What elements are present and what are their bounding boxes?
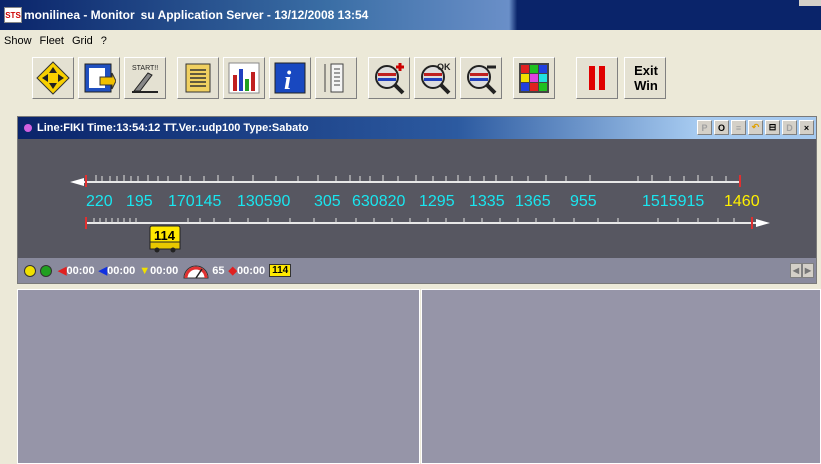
- status-dot-icon: [24, 124, 32, 132]
- status-time: 00:00: [66, 264, 95, 277]
- status-time: 00:00: [107, 264, 136, 277]
- d-button[interactable]: D: [782, 120, 797, 135]
- p-button[interactable]: P: [697, 120, 712, 135]
- document-export-icon: [84, 63, 116, 93]
- upper-stop-ticks: [95, 175, 727, 181]
- status-item-back-blue: ◀ 00:00: [98, 264, 136, 278]
- exit-win-button[interactable]: Exit Win: [624, 57, 666, 99]
- panel-scroll: ◀ ▶: [790, 263, 814, 278]
- menu-bar: Show Fleet Grid ?: [0, 30, 821, 52]
- app-logo-icon: STS: [4, 7, 22, 23]
- info-button[interactable]: i: [269, 57, 311, 99]
- stop-label: 1515915: [642, 193, 704, 210]
- stop-label: 955: [570, 193, 597, 210]
- bar-chart-icon: [228, 62, 260, 94]
- pause-icon: [589, 66, 605, 90]
- start-button[interactable]: START!!: [124, 57, 166, 99]
- o-button[interactable]: O: [714, 120, 729, 135]
- pause-button[interactable]: [576, 57, 618, 99]
- menu-help[interactable]: ?: [101, 35, 107, 47]
- exit-label-line1: Exit: [634, 63, 658, 78]
- status-speed: 65: [212, 264, 225, 277]
- zoom-in-icon: [375, 63, 405, 95]
- toolbar: START!! i OK Exit Win: [0, 52, 821, 110]
- zoom-out-button[interactable]: [460, 57, 502, 99]
- navigate-icon: [36, 61, 70, 95]
- zoom-ok-button[interactable]: OK: [414, 57, 456, 99]
- line-diagram: 220 195 170145 130590 305 630820 1295 13…: [70, 175, 770, 253]
- yellow-status-icon: [24, 264, 36, 277]
- close-icon[interactable]: ×: [799, 120, 814, 135]
- status-item-back-red: ◀ 00:00: [58, 264, 95, 278]
- stop-label: 170145: [168, 193, 221, 210]
- blue-left-arrow-icon: ◀: [98, 265, 108, 277]
- speedometer-icon: [183, 265, 209, 278]
- left-empty-pane: [17, 289, 420, 464]
- menu-show[interactable]: Show: [4, 35, 32, 47]
- red-double-arrow-icon: ◆: [228, 265, 237, 277]
- window-title-bar: STS monilinea - Monitor su Application S…: [0, 0, 821, 30]
- stop-label: 130590: [237, 193, 290, 210]
- window-title-server: su Application Server - 13/12/2008 13:54: [140, 8, 369, 22]
- timetable-icon: [324, 63, 344, 93]
- upper-track-arrow-icon: [70, 178, 84, 186]
- stop-label: 1335: [469, 193, 505, 210]
- export-button[interactable]: [78, 57, 120, 99]
- statistics-button[interactable]: [223, 57, 265, 99]
- line-monitor-title-bar: Line:FIKI Time:13:54:12 TT.Ver.:udp100 T…: [18, 117, 816, 139]
- grid-color-button[interactable]: [513, 57, 555, 99]
- window-controls: P O ≡ ↶ ⊟ D ×: [697, 120, 814, 135]
- status-time: 00:00: [150, 264, 179, 277]
- exit-label-line2: Win: [634, 78, 658, 93]
- stop-label: 220: [86, 193, 113, 210]
- svg-text:OK: OK: [437, 62, 451, 72]
- right-empty-pane: [421, 289, 821, 464]
- status-time: 00:00: [236, 264, 266, 277]
- document-icon[interactable]: ≡: [731, 120, 746, 135]
- menu-fleet[interactable]: Fleet: [40, 35, 64, 47]
- zoom-out-icon: [467, 65, 497, 95]
- stop-label: 630820: [352, 193, 405, 210]
- status-vehicle-badge[interactable]: 114: [269, 264, 292, 277]
- svg-text:i: i: [284, 66, 292, 95]
- menu-grid[interactable]: Grid: [72, 35, 93, 47]
- info-icon: i: [274, 62, 306, 95]
- schedule-button[interactable]: [177, 57, 219, 99]
- svg-text:START!!: START!!: [132, 65, 158, 72]
- stop-label: 305: [314, 193, 341, 210]
- line-monitor-title: Line:FIKI Time:13:54:12 TT.Ver.:udp100 T…: [37, 122, 309, 134]
- window-title-app: monilinea - Monitor: [24, 8, 135, 22]
- red-left-arrow-icon: ◀: [58, 265, 67, 277]
- stop-label: 1365: [515, 193, 551, 210]
- lower-track-arrow-icon: [756, 219, 770, 227]
- pin-icon[interactable]: ⊟: [765, 120, 780, 135]
- stop-label-terminus: 1460: [724, 193, 760, 210]
- line-monitor-window: Line:FIKI Time:13:54:12 TT.Ver.:udp100 T…: [17, 116, 817, 284]
- stop-labels: 220 195 170145 130590 305 630820 1295 13…: [86, 193, 760, 210]
- status-item-down: ▼ 00:00: [139, 265, 178, 277]
- vehicle-badge[interactable]: 114: [149, 225, 181, 253]
- stop-label: 195: [126, 193, 153, 210]
- green-status-icon: [40, 264, 52, 277]
- navigate-button[interactable]: [32, 57, 74, 99]
- yellow-down-arrow-icon: ▼: [139, 264, 151, 277]
- status-item-speed: 65: [182, 263, 225, 279]
- window-corner-button[interactable]: [799, 0, 821, 6]
- start-icon: START!!: [132, 65, 158, 93]
- line-status-bar: ◀ 00:00 ◀ 00:00 ▼ 00:00 65 ◆ 00:00 114 ◀…: [18, 258, 816, 283]
- scroll-left-icon[interactable]: ◀: [790, 263, 802, 278]
- status-item-both: ◆ 00:00: [228, 264, 266, 278]
- scroll-right-icon[interactable]: ▶: [802, 263, 814, 278]
- timetable-button[interactable]: [315, 57, 357, 99]
- vehicle-badge-label: 114: [154, 228, 176, 243]
- stop-label: 1295: [419, 193, 455, 210]
- zoom-in-button[interactable]: [368, 57, 410, 99]
- zoom-ok-icon: OK: [421, 62, 451, 95]
- line-diagram-panel: 220 195 170145 130590 305 630820 1295 13…: [18, 139, 816, 258]
- grid-color-icon: [519, 63, 549, 93]
- schedule-icon: [185, 63, 211, 93]
- undo-icon[interactable]: ↶: [748, 120, 763, 135]
